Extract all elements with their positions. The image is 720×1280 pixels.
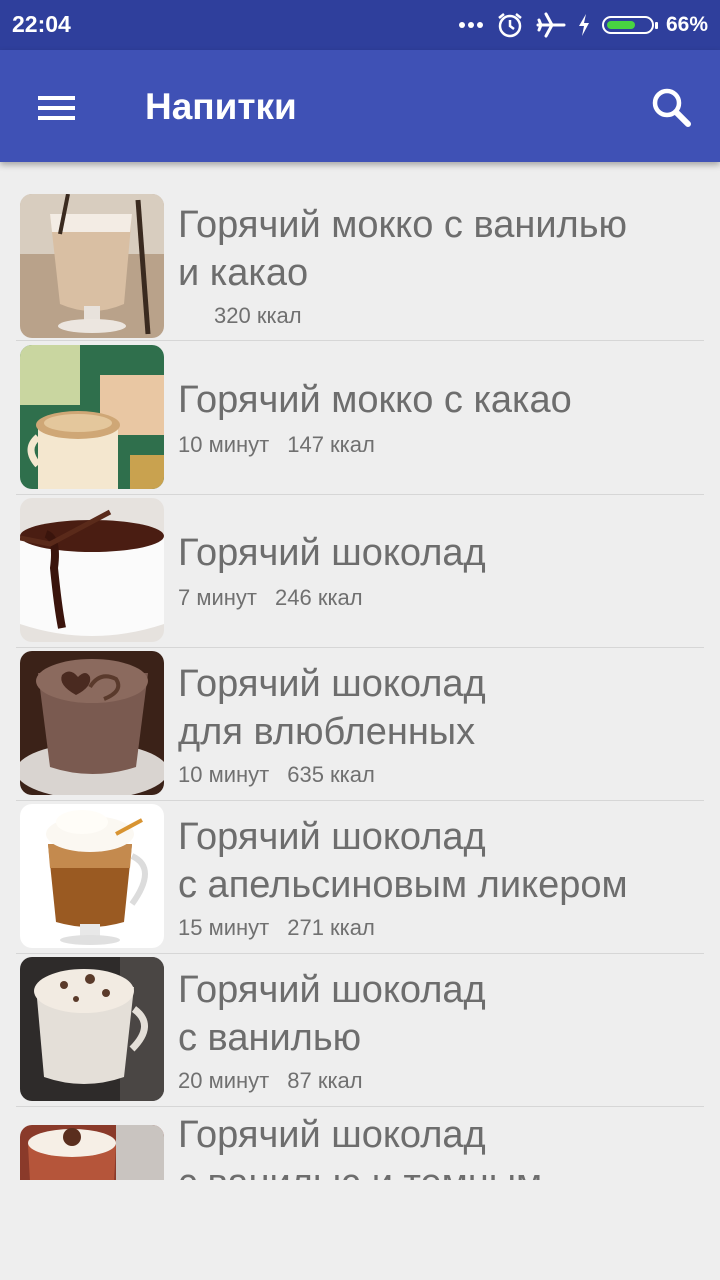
alarm-icon	[498, 13, 522, 38]
recipe-kcal: 87 ккал	[287, 1068, 363, 1093]
status-bar: 22:04 66%	[0, 0, 720, 50]
more-dots-icon	[458, 22, 483, 28]
recipe-time: 10 минут	[178, 432, 270, 457]
recipe-meta: 10 минут 635 ккал	[178, 762, 375, 788]
recipe-time: 10 минут	[178, 762, 270, 787]
recipe-time: 15 минут	[178, 915, 270, 940]
recipe-kcal: 271 ккал	[287, 915, 375, 940]
charging-icon	[578, 14, 589, 36]
recipe-name: Горячий шоколад с апельсиновым ликером	[178, 816, 628, 906]
recipe-name: Горячий шоколад с ванилью и темным	[178, 1114, 542, 1180]
recipe-thumbnail	[20, 498, 164, 642]
recipe-name: Горячий шоколад	[178, 532, 486, 574]
page-title: Напитки	[145, 86, 297, 127]
recipe-meta: 320 ккал	[196, 303, 302, 329]
recipe-name: Горячий мокко с ванилью и какао	[178, 204, 628, 294]
recipe-time: 7 минут	[178, 585, 257, 610]
recipe-kcal: 147 ккал	[287, 432, 375, 457]
recipe-time: 20 минут	[178, 1068, 270, 1093]
recipe-meta: 20 минут 87 ккал	[178, 1068, 363, 1094]
recipe-kcal: 320 ккал	[214, 303, 302, 328]
recipe-item[interactable]: Горячий мокко с какао 10 минут 147 ккал	[16, 342, 704, 495]
recipe-name: Горячий мокко с какао	[178, 379, 572, 421]
recipe-meta: 10 минут 147 ккал	[178, 432, 375, 458]
search-icon	[652, 88, 691, 127]
recipe-item[interactable]: Горячий шоколад с апельсиновым ликером 1…	[16, 801, 704, 954]
recipe-thumbnail	[20, 957, 164, 1101]
status-icons: 66%	[458, 8, 708, 42]
menu-button[interactable]	[24, 80, 88, 136]
app-bar: Напитки	[0, 50, 720, 162]
recipe-item[interactable]: Горячий шоколад с ванилью 20 минут 87 кка…	[16, 954, 704, 1107]
recipe-item[interactable]: Горячий шоколад с ванилью и темным	[16, 1107, 704, 1180]
recipe-meta: 7 минут 246 ккал	[178, 585, 363, 611]
battery-percent: 66%	[665, 13, 708, 36]
recipe-thumbnail	[20, 345, 164, 489]
recipe-item[interactable]: Горячий шоколад для влюбленных 10 минут 6…	[16, 648, 704, 801]
recipe-kcal: 246 ккал	[275, 585, 363, 610]
battery-icon	[601, 16, 658, 34]
status-time: 22:04	[12, 11, 71, 37]
recipe-name: Горячий шоколад для влюбленных	[178, 663, 486, 753]
airplane-icon	[536, 12, 566, 38]
recipe-thumbnail	[20, 1125, 164, 1180]
recipe-item[interactable]: Горячий мокко с ванилью и какао 320 ккал	[16, 191, 704, 341]
recipe-meta: 15 минут 271 ккал	[178, 915, 375, 941]
recipe-item[interactable]: Горячий шоколад 7 минут 246 ккал	[16, 495, 704, 648]
recipe-kcal: 635 ккал	[287, 762, 375, 787]
recipe-thumbnail	[20, 194, 164, 338]
recipe-list[interactable]: Горячий мокко с ванилью и какао 320 ккал…	[0, 162, 720, 1180]
recipe-name: Горячий шоколад с ванилью	[178, 969, 486, 1059]
search-button[interactable]	[644, 80, 700, 136]
recipe-thumbnail	[20, 651, 164, 795]
recipe-thumbnail	[20, 804, 164, 948]
